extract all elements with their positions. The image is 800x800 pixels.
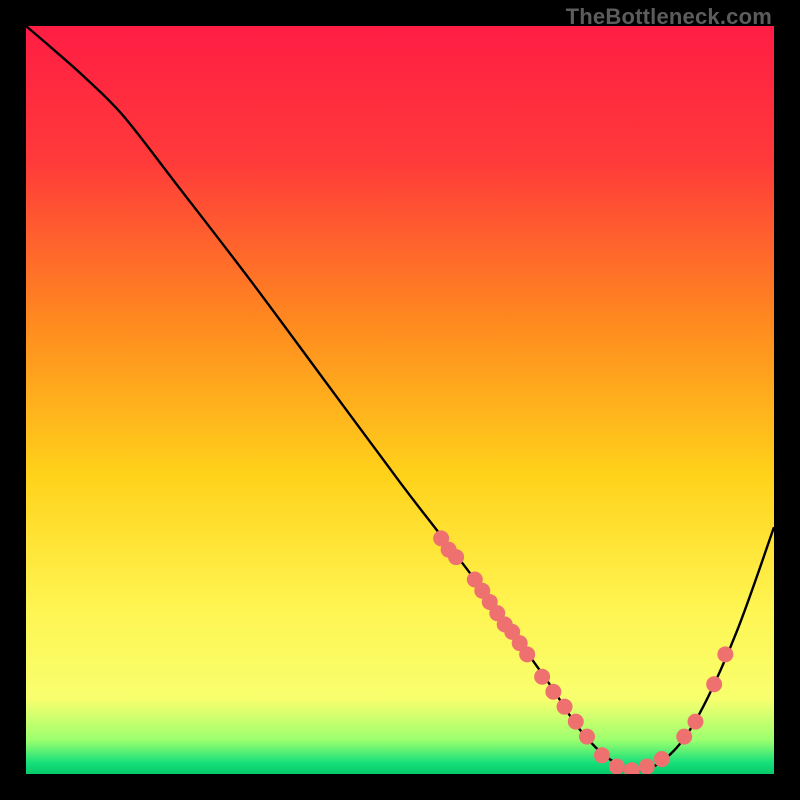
highlight-point [676, 729, 692, 745]
highlight-point [654, 751, 670, 767]
highlight-point [579, 729, 595, 745]
gradient-background [26, 26, 774, 774]
highlight-point [534, 669, 550, 685]
highlight-point [687, 714, 703, 730]
chart-frame [26, 26, 774, 774]
highlight-point [448, 549, 464, 565]
highlight-point [545, 684, 561, 700]
highlight-point [639, 759, 655, 774]
highlight-point [557, 699, 573, 715]
bottleneck-chart [26, 26, 774, 774]
highlight-point [706, 676, 722, 692]
highlight-point [594, 747, 610, 763]
highlight-point [717, 646, 733, 662]
highlight-point [568, 714, 584, 730]
highlight-point [609, 759, 625, 774]
highlight-point [519, 646, 535, 662]
